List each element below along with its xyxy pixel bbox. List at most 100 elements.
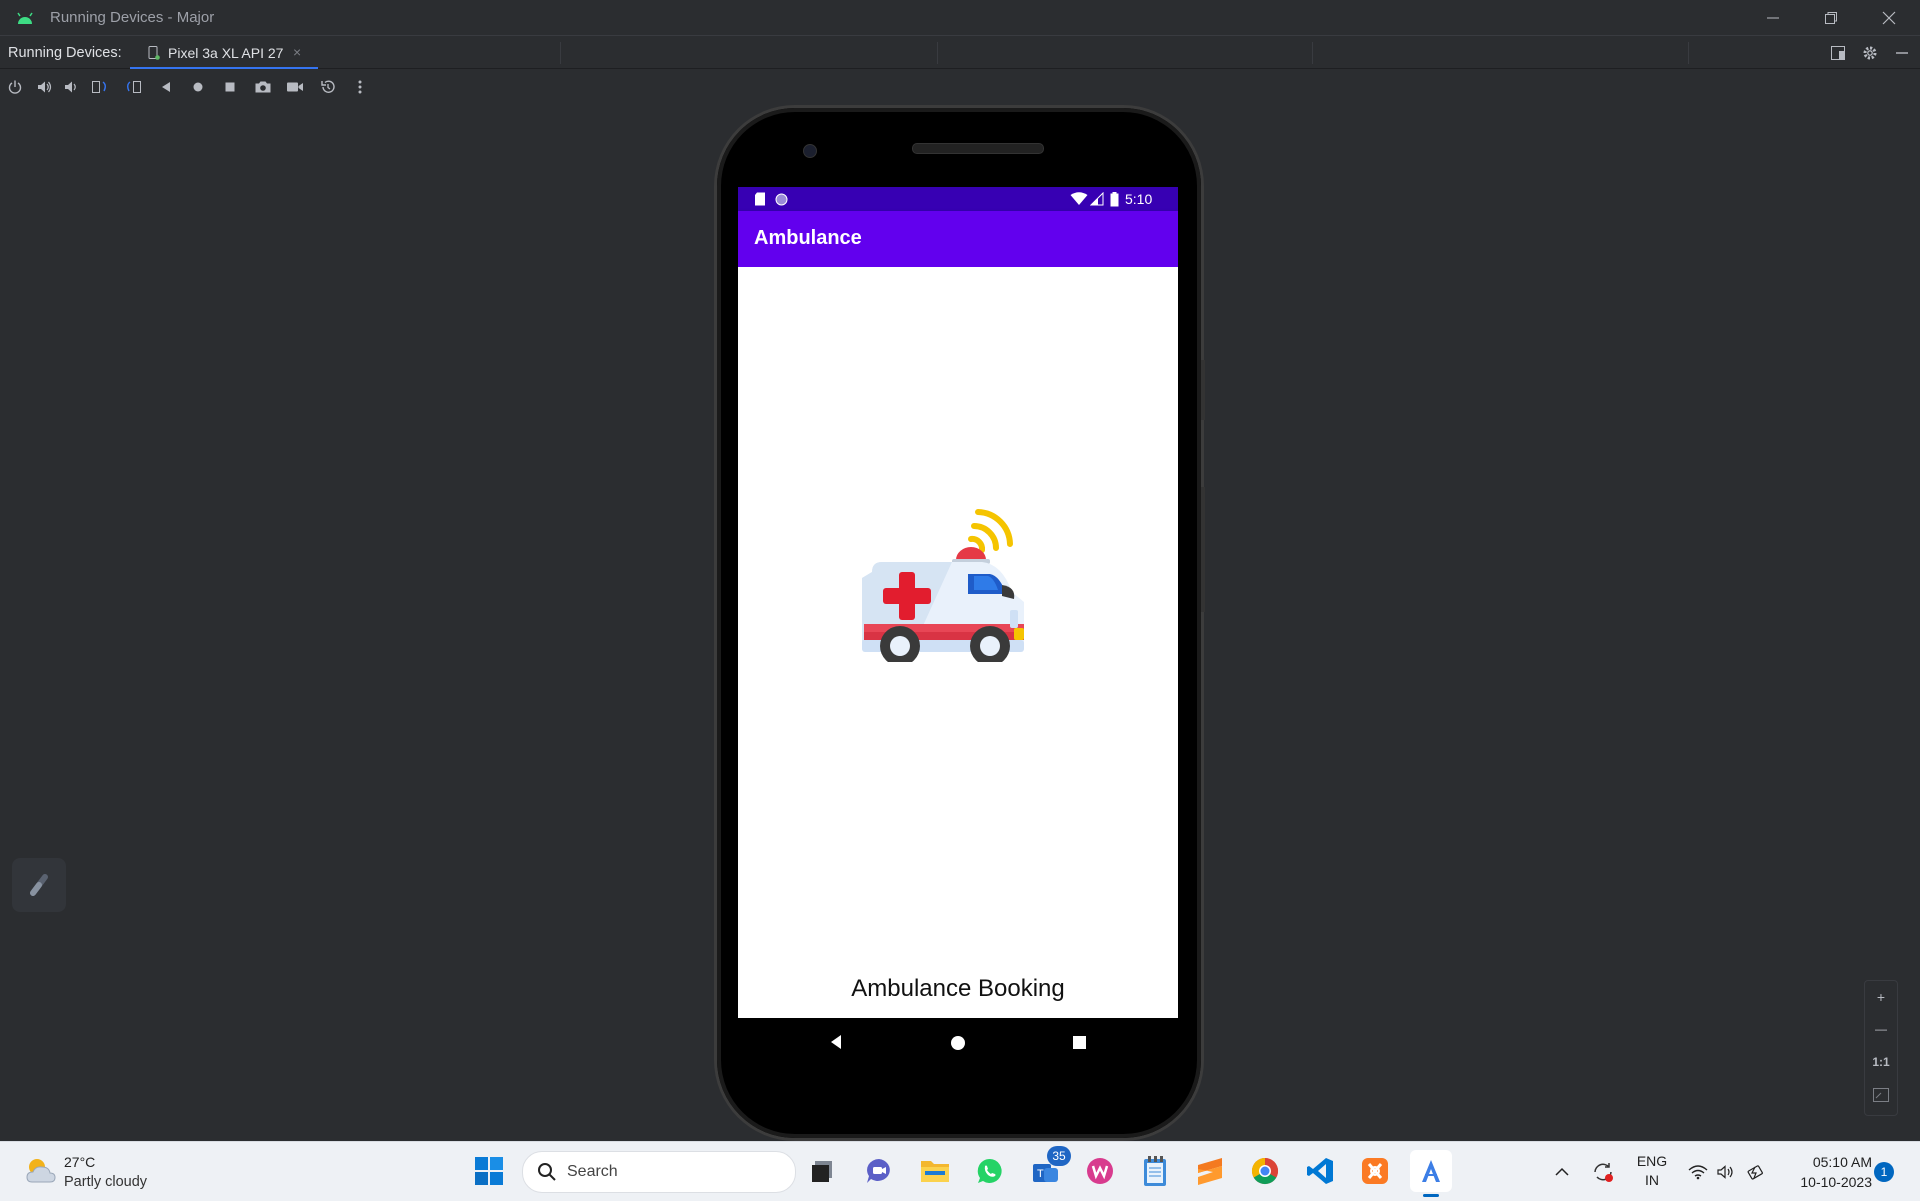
- home-icon: [193, 82, 203, 92]
- taskbar-chrome[interactable]: [1246, 1152, 1284, 1190]
- taskbar-search-box[interactable]: Search: [522, 1151, 796, 1193]
- taskbar-android-studio[interactable]: [1410, 1150, 1452, 1197]
- hide-panel-button[interactable]: [1893, 44, 1911, 62]
- close-tab-icon[interactable]: ×: [293, 44, 301, 60]
- restore-icon: [1825, 11, 1837, 24]
- language-code: ENG: [1636, 1153, 1668, 1169]
- teams-badge: 35: [1047, 1146, 1071, 1166]
- search-icon: [538, 1163, 556, 1181]
- plugin-icon: [30, 874, 48, 896]
- search-placeholder: Search: [567, 1163, 618, 1180]
- taskbar-wps-office[interactable]: [1081, 1152, 1119, 1190]
- front-camera: [803, 144, 817, 158]
- running-devices-label: Running Devices:: [8, 45, 122, 61]
- wifi-icon: [1688, 1164, 1708, 1179]
- android-studio-icon: [1422, 1160, 1440, 1182]
- weather-temperature: 27°C: [64, 1154, 96, 1170]
- tab-label: Pixel 3a XL API 27: [168, 45, 284, 61]
- power-icon: [8, 80, 22, 94]
- close-window-button[interactable]: [1860, 0, 1918, 35]
- taskbar-notepad[interactable]: [1136, 1152, 1174, 1190]
- tab-divider: [1688, 42, 1689, 64]
- nav-back-button[interactable]: [829, 1034, 843, 1050]
- sync-status-icon[interactable]: [1589, 1142, 1617, 1201]
- volume-down-button[interactable]: [61, 77, 81, 97]
- android-status-bar: 5:10: [738, 187, 1178, 211]
- app-title: Ambulance: [754, 227, 862, 249]
- taskbar-file-explorer[interactable]: [916, 1152, 954, 1190]
- show-hidden-icons-button[interactable]: [1550, 1142, 1574, 1201]
- taskbar-xampp[interactable]: [1356, 1152, 1394, 1190]
- restore-window-button[interactable]: [1802, 0, 1860, 35]
- battery-icon: [1110, 192, 1119, 207]
- volume-status[interactable]: [1714, 1142, 1738, 1201]
- overview-button[interactable]: [220, 77, 240, 97]
- device-screen[interactable]: 5:10 Ambulance Ambulance Booking: [738, 187, 1178, 1018]
- floating-plugin-button[interactable]: [12, 858, 66, 912]
- app-action-bar: Ambulance: [738, 211, 1178, 267]
- windows-logo-icon: [475, 1157, 503, 1185]
- battery-status[interactable]: [1744, 1142, 1768, 1201]
- booking-label: Ambulance Booking: [851, 975, 1065, 1002]
- nav-overview-button[interactable]: [1073, 1036, 1087, 1050]
- minus-icon: [1896, 52, 1908, 54]
- phone-volume-key[interactable]: [1201, 487, 1205, 612]
- status-time: 5:10: [1125, 191, 1153, 207]
- zoom-out-button[interactable]: —: [1865, 1013, 1897, 1045]
- home-button[interactable]: [188, 77, 208, 97]
- fit-screen-icon: [1873, 1088, 1889, 1102]
- close-icon: [1882, 11, 1896, 24]
- screen-record-button[interactable]: [285, 77, 305, 97]
- window-title: Running Devices - Major: [50, 9, 215, 26]
- nav-home-button[interactable]: [950, 1035, 966, 1051]
- taskbar-chat-app[interactable]: [860, 1152, 898, 1190]
- back-button[interactable]: [156, 77, 176, 97]
- running-devices-tabbar: Running Devices: Pixel 3a XL API 27 ×: [0, 35, 1920, 70]
- task-view-button[interactable]: [803, 1152, 841, 1190]
- volume-up-button[interactable]: [34, 77, 54, 97]
- video-camera-icon: [287, 82, 303, 92]
- history-icon: [321, 80, 335, 93]
- windows-taskbar: 27°C Partly cloudy Search T 35 ENG IN 05…: [0, 1141, 1920, 1201]
- task-view-icon: [812, 1161, 832, 1182]
- wifi-icon: [1070, 192, 1088, 205]
- back-icon: [162, 82, 170, 92]
- taskbar-vscode[interactable]: [1301, 1152, 1339, 1190]
- tab-divider: [560, 42, 561, 64]
- volume-down-icon: [65, 81, 76, 93]
- input-language-indicator[interactable]: ENG IN: [1634, 1152, 1670, 1190]
- power-button[interactable]: [5, 77, 25, 97]
- taskbar-whatsapp[interactable]: [971, 1152, 1009, 1190]
- minimize-window-button[interactable]: [1744, 0, 1802, 35]
- weather-condition: Partly cloudy: [64, 1174, 148, 1190]
- snapshots-button[interactable]: [318, 77, 338, 97]
- taskbar-teams[interactable]: T 35: [1027, 1146, 1071, 1190]
- zoom-actual-size-button[interactable]: 1:1: [1865, 1046, 1897, 1078]
- rotate-left-button[interactable]: [90, 77, 110, 97]
- zoom-in-button[interactable]: +: [1865, 981, 1897, 1013]
- language-region: IN: [1645, 1172, 1659, 1188]
- app-content: [738, 267, 1178, 936]
- overview-icon: [225, 82, 235, 92]
- layout-toggle-button[interactable]: [1829, 44, 1847, 62]
- weather-widget[interactable]: 27°C Partly cloudy: [22, 1150, 182, 1194]
- screenshot-button[interactable]: [253, 77, 273, 97]
- zoom-fit-button[interactable]: [1865, 1079, 1897, 1111]
- battery-charging-icon: [1747, 1164, 1763, 1180]
- start-button[interactable]: [470, 1152, 508, 1190]
- settings-button[interactable]: [1861, 44, 1879, 62]
- more-options-button[interactable]: [350, 77, 370, 97]
- wifi-status[interactable]: [1686, 1142, 1710, 1201]
- ambulance-image: [862, 509, 1024, 662]
- clock-time: 05:10 AM: [1812, 1154, 1872, 1170]
- tab-pixel-3a-xl[interactable]: Pixel 3a XL API 27 ×: [130, 36, 318, 70]
- sd-card-icon: [755, 192, 765, 206]
- rotate-right-button[interactable]: [123, 77, 143, 97]
- system-clock[interactable]: 05:10 AM 10-10-2023: [1780, 1152, 1872, 1192]
- notification-count-badge[interactable]: 1: [1874, 1162, 1894, 1182]
- wps-icon: [1087, 1158, 1113, 1184]
- android-studio-icon: [17, 12, 33, 24]
- taskbar-sublime-text[interactable]: [1191, 1152, 1229, 1190]
- phone-power-key[interactable]: [1201, 360, 1205, 420]
- svg-text:T: T: [1037, 1168, 1044, 1180]
